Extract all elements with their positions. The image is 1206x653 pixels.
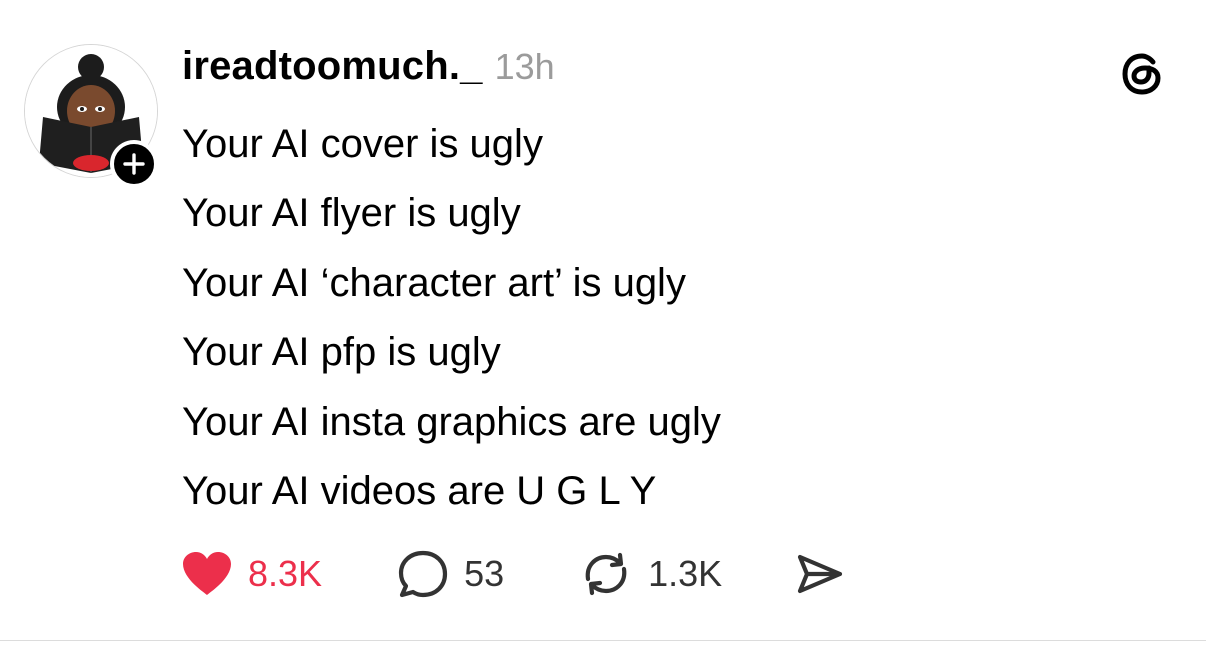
post-line: Your AI cover is ugly [182, 122, 543, 166]
follow-button[interactable] [110, 140, 158, 188]
post-line: Your AI videos are U G L Y [182, 469, 657, 514]
repost-button[interactable]: 1.3K [578, 549, 722, 599]
repost-arrows-icon [585, 552, 627, 596]
divider [0, 640, 1206, 641]
post-line: Your AI flyer is ugly [182, 191, 521, 236]
username[interactable]: ireadtoomuch._ [182, 44, 483, 89]
like-button[interactable]: 8.3K [180, 549, 322, 599]
post-body: Your AI cover is ugly Your AI flyer is u… [182, 110, 721, 526]
paper-plane-icon [798, 554, 843, 594]
share-button[interactable] [792, 549, 846, 599]
post-line: Your AI pfp is ugly [182, 330, 501, 375]
timestamp: 13h [494, 46, 555, 87]
action-bar: 8.3K 53 1.3K [180, 548, 846, 600]
like-count: 8.3K [248, 553, 323, 594]
heart-icon [183, 552, 231, 595]
plus-icon [123, 153, 145, 175]
speech-bubble-icon [398, 550, 448, 598]
post-header: ireadtoomuch._ 13h [182, 44, 555, 94]
post-line: Your AI ‘character art’ is ugly [182, 260, 686, 305]
reply-count: 53 [464, 553, 505, 594]
threads-post: ireadtoomuch._ 13h Your AI cover is ugly… [0, 0, 1206, 653]
repost-count: 1.3K [648, 553, 723, 594]
post-line: Your AI insta graphics are ugly [182, 399, 721, 444]
avatar-container [24, 44, 160, 190]
threads-logo-icon[interactable] [1116, 48, 1168, 100]
reply-button[interactable]: 53 [396, 548, 504, 600]
